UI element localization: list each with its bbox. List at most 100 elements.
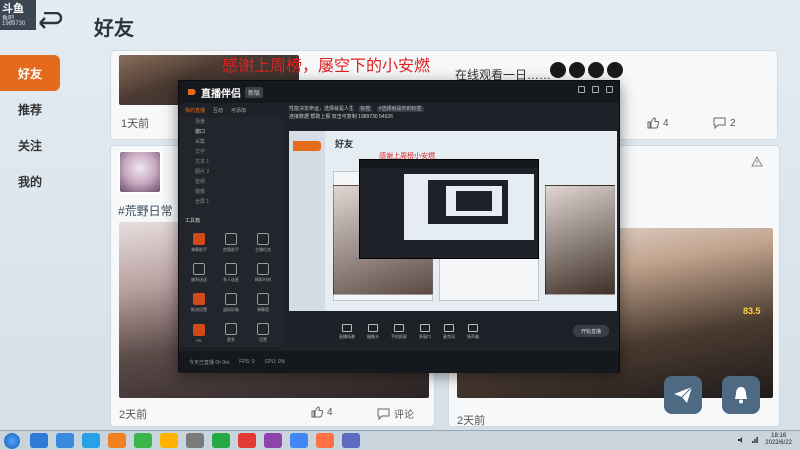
scene-item[interactable]: 图片 2 xyxy=(179,167,283,177)
tab-add[interactable]: 可添加 xyxy=(231,107,246,114)
version-badge: 新版 xyxy=(245,86,264,98)
tab-my-live[interactable]: 我的直播 xyxy=(185,107,205,114)
taskbar-app-icon[interactable] xyxy=(212,433,230,448)
nav-item-mine[interactable]: 我的 xyxy=(0,163,60,199)
button-label: 手机投屏 xyxy=(391,334,407,339)
phone-icon xyxy=(394,324,404,332)
scene-item[interactable]: 全屏 1 xyxy=(179,197,283,207)
taskbar-app-icon[interactable] xyxy=(238,433,256,448)
tool-button[interactable]: 福利送送 xyxy=(183,257,215,283)
post-time: 2天前 xyxy=(457,415,486,427)
start-button[interactable] xyxy=(4,432,20,449)
clock-date: 2022/6/22 xyxy=(765,440,792,446)
scene-item[interactable]: 音频 xyxy=(179,177,283,187)
network-icon[interactable] xyxy=(751,436,759,444)
scene-item[interactable]: 采集 xyxy=(179,137,283,147)
stream-companion-window[interactable]: 直播伴侣 新版 我的直播 互动 可添加 性能决定命运，选择就是人生 标签 #选择… xyxy=(178,80,620,373)
taskbar-app-icon[interactable] xyxy=(316,433,334,448)
start-live-button[interactable]: 开始直播 xyxy=(573,325,609,337)
stream-preview[interactable]: 好友 感谢上周榜小安燃 xyxy=(289,131,617,311)
post-hashtag[interactable]: #荒野日常 xyxy=(118,202,173,219)
phone-cast-button[interactable]: 手机投屏 xyxy=(391,324,407,340)
multi-window-button[interactable]: 多窗口 xyxy=(419,324,431,340)
back-button[interactable] xyxy=(34,11,64,34)
scene-item[interactable]: 窗口 xyxy=(179,127,283,137)
nested-preview xyxy=(446,186,502,216)
tool-button[interactable]: 弹幕墙 xyxy=(247,287,279,313)
tab-interact[interactable]: 互动 xyxy=(213,107,223,114)
tool-button[interactable]: 虚拟形象 xyxy=(215,287,247,313)
stream-bottom-toolbar: 直播场景 摄像头 手机投屏 多窗口 麦克风 扬声器 开始直播 xyxy=(289,317,617,347)
window-titlebar[interactable]: 直播伴侣 新版 xyxy=(179,81,619,103)
taskbar-app-icon[interactable] xyxy=(160,433,178,448)
warning-icon[interactable] xyxy=(751,156,763,167)
tool-button[interactable]: 更多 xyxy=(215,317,247,343)
clock[interactable]: 18:16 2022/6/22 xyxy=(765,433,792,447)
volume-icon[interactable] xyxy=(737,436,745,444)
viewer-avatar xyxy=(607,62,623,78)
button-label: 直播场景 xyxy=(339,334,355,339)
comment-button[interactable]: 2 xyxy=(713,117,736,129)
tool-button[interactable]: 推流设置 xyxy=(183,287,215,313)
taskbar-app-icon[interactable] xyxy=(108,433,126,448)
like-button[interactable]: 4 xyxy=(311,406,333,418)
tool-button[interactable]: 精彩时刻 xyxy=(247,257,279,283)
viewer-avatar xyxy=(550,62,566,78)
avatar[interactable] xyxy=(118,150,162,194)
tool-button[interactable]: PK xyxy=(183,317,215,343)
stream-tag[interactable]: 标签 xyxy=(358,106,373,112)
notification-button[interactable] xyxy=(722,376,760,414)
stream-title[interactable]: 性能决定命运，选择就是人生 xyxy=(289,106,354,112)
logo-number: 1989730 xyxy=(2,21,26,27)
cpu-readout: CPU: 0% xyxy=(264,359,286,365)
nested-sidebar xyxy=(289,131,325,311)
tool-button[interactable]: 弹幕助手 xyxy=(183,227,215,253)
tool-button[interactable]: 主播任务 xyxy=(247,227,279,253)
nav-item-following[interactable]: 关注 xyxy=(0,127,60,163)
scene-item[interactable]: 文字 xyxy=(179,147,283,157)
tool-icon xyxy=(225,323,237,335)
taskbar-app-icon[interactable] xyxy=(30,433,48,448)
scene-item[interactable]: 文本 1 xyxy=(179,157,283,167)
back-arrow-icon xyxy=(39,11,63,29)
room-number: 1989730 xyxy=(358,114,378,120)
paper-plane-icon xyxy=(674,386,693,403)
live-scene-button[interactable]: 直播场景 xyxy=(339,324,355,340)
button-label: 扬声器 xyxy=(467,334,479,339)
like-button[interactable]: 4 xyxy=(647,117,669,129)
scene-item[interactable]: 场景 xyxy=(179,117,283,127)
speaker-button[interactable]: 扬声器 xyxy=(467,324,479,340)
tool-button[interactable]: 设置 xyxy=(247,317,279,343)
scene-panel: 场景 窗口 采集 文字 文本 1 图片 2 音频 摄像 全屏 1 工具箱 弹幕助… xyxy=(179,117,283,347)
maximize-icon[interactable] xyxy=(592,86,599,93)
share-button[interactable] xyxy=(664,376,702,414)
nav-item-recommend[interactable]: 推荐 xyxy=(0,91,60,127)
microphone-button[interactable]: 麦克风 xyxy=(443,324,455,340)
app-logo: 斗鱼 鱼吧 1989730 xyxy=(0,0,36,30)
minimize-icon[interactable] xyxy=(578,86,585,93)
taskbar-app-icon[interactable] xyxy=(342,433,360,448)
thumbs-up-icon xyxy=(311,406,323,418)
comment-button[interactable]: 评论 xyxy=(377,406,414,421)
close-icon[interactable] xyxy=(606,86,613,93)
taskbar-app-icon[interactable] xyxy=(82,433,100,448)
taskbar-app-icon[interactable] xyxy=(186,433,204,448)
taskbar-app-icon[interactable] xyxy=(56,433,74,448)
tool-button[interactable]: 房管助手 xyxy=(215,227,247,253)
stream-tag[interactable]: #选择就是你的标签 xyxy=(376,106,424,112)
button-label: 摄像头 xyxy=(367,334,379,339)
tool-button[interactable]: 多人连麦 xyxy=(215,257,247,283)
scene-item[interactable]: 摄像 xyxy=(179,187,283,197)
comment-icon xyxy=(713,117,726,129)
stream-info-bar: 性能决定命运，选择就是人生 标签 #选择就是你的标签 连接数据 帮助上报 双击可… xyxy=(289,105,609,127)
window-controls xyxy=(578,86,613,93)
comment-icon xyxy=(377,408,390,420)
camera-button[interactable]: 摄像头 xyxy=(367,324,379,340)
stream-meta: 连接数据 帮助上报 双击可复制 xyxy=(289,114,357,120)
nav-item-friends[interactable]: 好友 xyxy=(0,55,60,91)
tool-icon xyxy=(225,293,237,305)
taskbar-app-icon[interactable] xyxy=(264,433,282,448)
taskbar-app-icon[interactable] xyxy=(290,433,308,448)
taskbar-app-icon[interactable] xyxy=(134,433,152,448)
toolbox-grid: 弹幕助手 房管助手 主播任务 福利送送 多人连麦 精彩时刻 推流设置 虚拟形象 … xyxy=(183,227,279,343)
